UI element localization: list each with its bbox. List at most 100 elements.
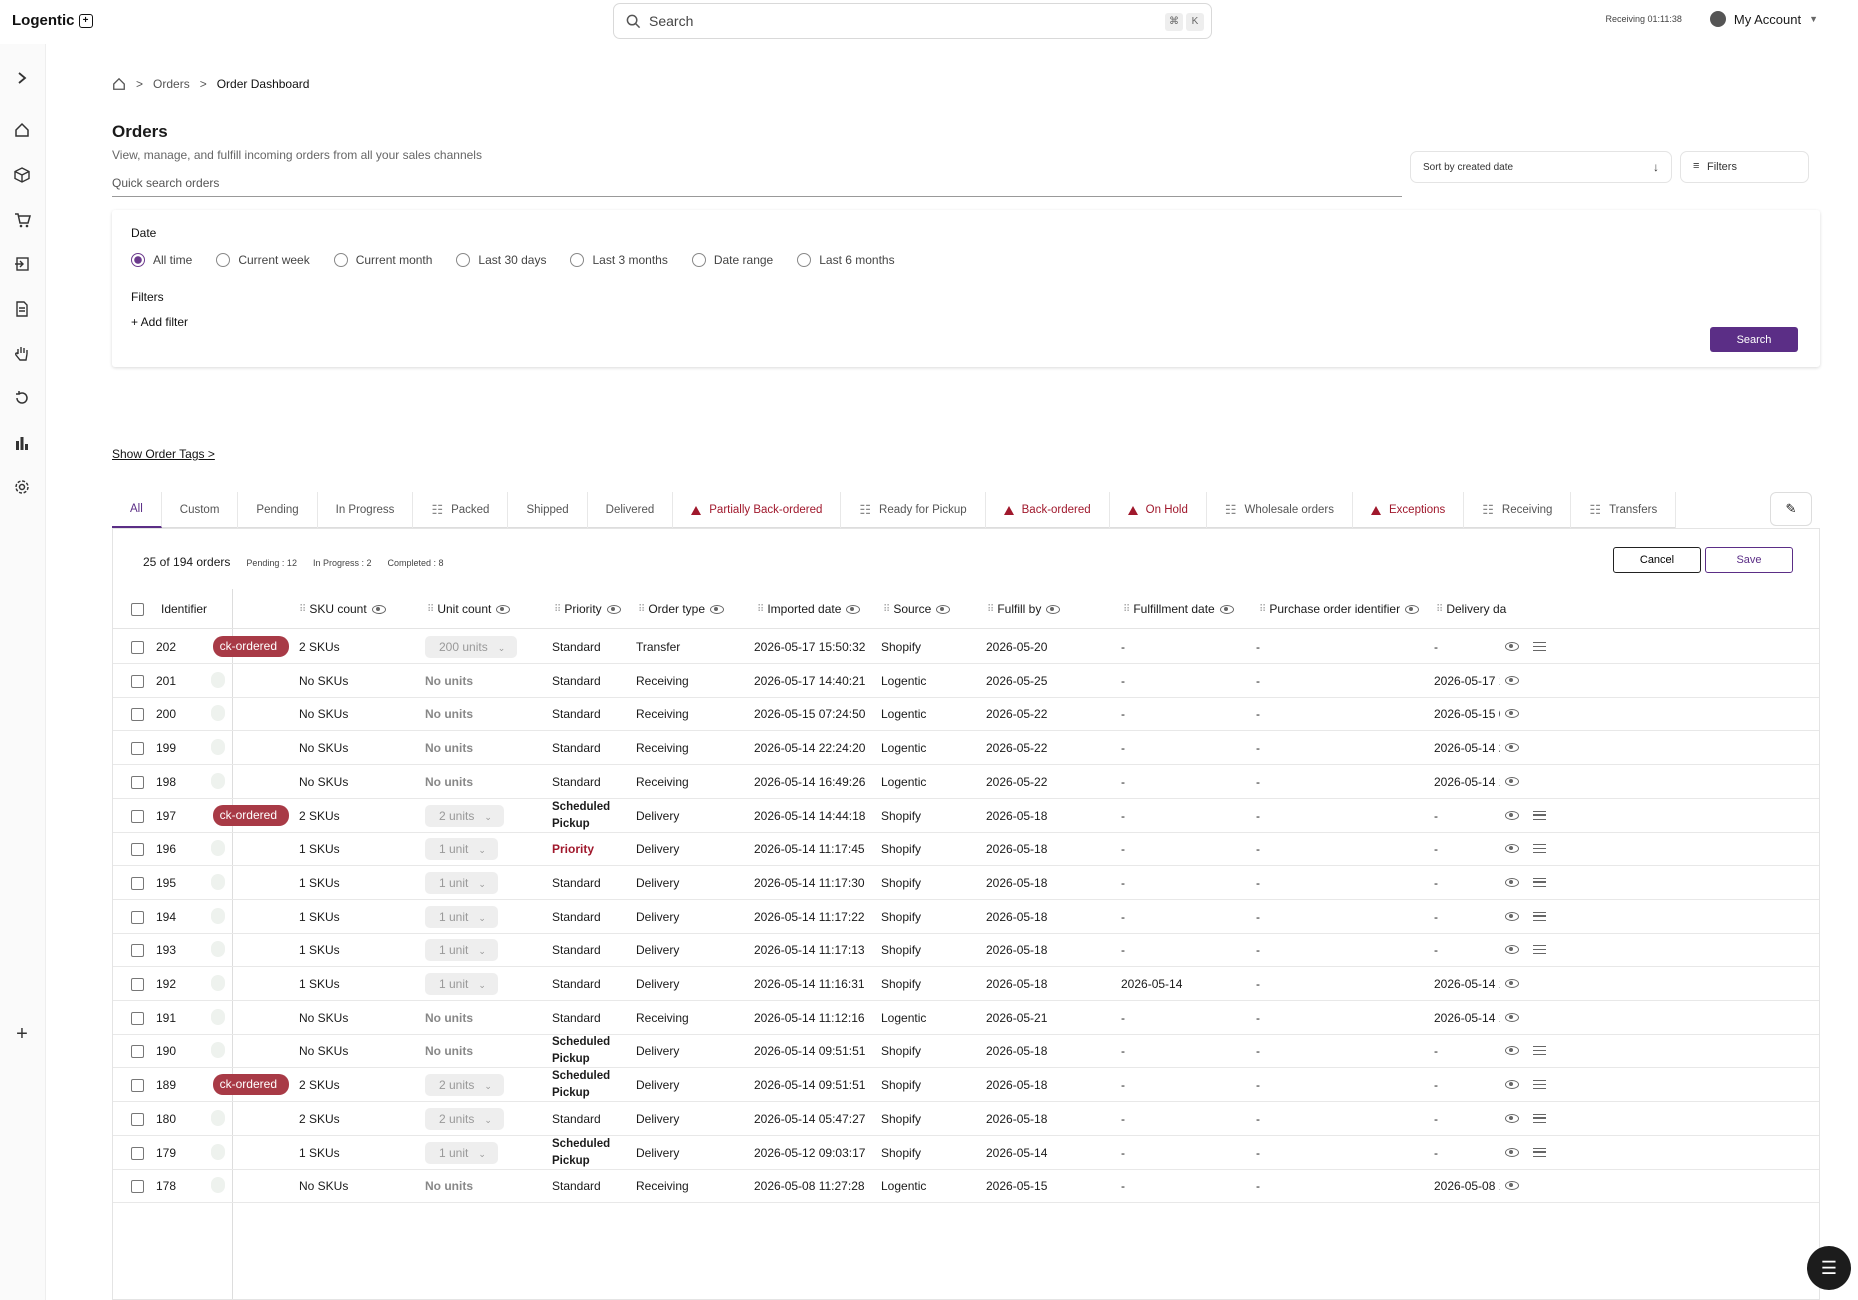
drag-handle-icon[interactable]: ⠿ bbox=[987, 604, 994, 615]
eye-icon[interactable] bbox=[1505, 945, 1519, 955]
eye-icon[interactable] bbox=[1505, 1046, 1519, 1056]
drag-handle-icon[interactable]: ⠿ bbox=[1436, 604, 1443, 615]
eye-icon[interactable] bbox=[1505, 810, 1519, 820]
date-option-last-3-months[interactable]: Last 3 months bbox=[570, 253, 668, 267]
row-checkbox[interactable] bbox=[131, 1112, 144, 1126]
drag-handle-icon[interactable]: ⠿ bbox=[757, 604, 764, 615]
drag-handle-icon[interactable]: ⠿ bbox=[1259, 604, 1266, 615]
column-header-delivery-da[interactable]: ⠿ Delivery da bbox=[1436, 602, 1506, 616]
save-button[interactable]: Save bbox=[1705, 547, 1793, 573]
eye-icon[interactable] bbox=[1505, 844, 1519, 854]
menu-icon[interactable] bbox=[1533, 642, 1546, 651]
eye-icon[interactable] bbox=[1505, 1012, 1519, 1022]
menu-icon[interactable] bbox=[1533, 1046, 1546, 1056]
eye-icon[interactable] bbox=[1505, 1080, 1519, 1090]
tab-exceptions[interactable]: Exceptions bbox=[1353, 492, 1465, 528]
tab-wholesale-orders[interactable]: ☷ Wholesale orders bbox=[1207, 492, 1353, 528]
eye-icon[interactable] bbox=[1505, 642, 1519, 651]
row-checkbox[interactable] bbox=[131, 1045, 144, 1059]
tab-back-ordered[interactable]: Back-ordered bbox=[986, 492, 1110, 528]
tab-transfers[interactable]: ☷ Transfers bbox=[1571, 492, 1677, 528]
receiving-timer[interactable]: Receiving 01:11:38 bbox=[1605, 14, 1681, 24]
menu-icon[interactable] bbox=[1533, 810, 1546, 820]
radio-circle[interactable] bbox=[456, 253, 471, 267]
drag-handle-icon[interactable]: ⠿ bbox=[638, 604, 645, 615]
tab-pending[interactable]: Pending bbox=[238, 492, 318, 528]
tab-all[interactable]: All bbox=[112, 492, 162, 528]
hand-icon[interactable] bbox=[12, 343, 32, 363]
menu-icon[interactable] bbox=[1533, 1113, 1546, 1123]
column-header-identifier[interactable]: Identifier bbox=[161, 602, 207, 616]
breadcrumb-orders[interactable]: Orders bbox=[153, 77, 190, 91]
tab-delivered[interactable]: Delivered bbox=[588, 492, 674, 528]
cart-icon[interactable] bbox=[12, 210, 32, 230]
unit-count-select[interactable]: 1 unit ⌄ bbox=[425, 905, 498, 928]
radio-circle[interactable] bbox=[570, 253, 585, 267]
show-order-tags-link[interactable]: Show Order Tags > bbox=[112, 447, 215, 461]
date-option-all-time[interactable]: All time bbox=[131, 253, 192, 267]
menu-icon[interactable] bbox=[1533, 911, 1546, 921]
row-checkbox[interactable] bbox=[131, 1180, 144, 1194]
analytics-icon[interactable] bbox=[12, 433, 32, 453]
row-checkbox[interactable] bbox=[131, 674, 144, 688]
table-row[interactable]: 197 ck-ordered 2 SKUs 2 units ⌄ Scheduled Pic… bbox=[113, 799, 1819, 833]
home-breadcrumb-icon[interactable] bbox=[112, 77, 126, 91]
date-option-last-30-days[interactable]: Last 30 days bbox=[456, 253, 546, 267]
tab-packed[interactable]: ☷ Packed bbox=[413, 492, 509, 528]
eye-icon[interactable] bbox=[1505, 911, 1519, 921]
date-option-last-6-months[interactable]: Last 6 months bbox=[797, 253, 895, 267]
tab-shipped[interactable]: Shipped bbox=[508, 492, 588, 528]
document-icon[interactable] bbox=[12, 299, 32, 319]
date-option-current-week[interactable]: Current week bbox=[216, 253, 310, 267]
tab-in-progress[interactable]: In Progress bbox=[318, 492, 414, 528]
radio-circle[interactable] bbox=[216, 253, 231, 267]
menu-icon[interactable] bbox=[1533, 844, 1546, 854]
table-row[interactable]: 202 ck-ordered 2 SKUs 200 units ⌄ Standard Tra… bbox=[113, 630, 1819, 664]
account-menu[interactable]: My Account bbox=[1734, 12, 1801, 27]
home-icon[interactable] bbox=[12, 120, 32, 140]
column-header-priority[interactable]: ⠿ Priority bbox=[554, 602, 621, 616]
column-header-order-type[interactable]: ⠿ Order type bbox=[638, 602, 725, 616]
drag-handle-icon[interactable]: ⠿ bbox=[299, 604, 306, 615]
radio-circle[interactable] bbox=[691, 253, 706, 267]
eye-icon[interactable] bbox=[1219, 604, 1234, 614]
tab-on-hold[interactable]: On Hold bbox=[1110, 492, 1207, 528]
eye-icon[interactable] bbox=[1505, 877, 1519, 887]
row-checkbox[interactable] bbox=[131, 876, 144, 890]
edit-tabs-button[interactable]: ✎ bbox=[1770, 492, 1812, 526]
radio-circle[interactable] bbox=[797, 253, 812, 267]
drag-handle-icon[interactable]: ⠿ bbox=[554, 604, 561, 615]
eye-icon[interactable] bbox=[606, 604, 621, 614]
drag-handle-icon[interactable]: ⠿ bbox=[883, 604, 890, 615]
expand-sidebar-icon[interactable] bbox=[12, 68, 32, 88]
table-row[interactable]: 201 No SKUs No units Standard Receiving 2026-… bbox=[113, 664, 1819, 698]
avatar[interactable] bbox=[1709, 11, 1726, 27]
gear-icon[interactable] bbox=[12, 477, 32, 497]
row-checkbox[interactable] bbox=[131, 944, 144, 958]
table-row[interactable]: 198 No SKUs No units Standard Receiving 2026-… bbox=[113, 765, 1819, 799]
eye-icon[interactable] bbox=[1505, 675, 1519, 685]
inbound-icon[interactable] bbox=[12, 254, 32, 274]
eye-icon[interactable] bbox=[1505, 979, 1519, 988]
quick-search-input[interactable]: Quick search orders bbox=[112, 164, 1402, 197]
eye-icon[interactable] bbox=[1505, 776, 1519, 786]
eye-icon[interactable] bbox=[846, 604, 861, 614]
date-option-current-month[interactable]: Current month bbox=[333, 253, 432, 267]
box-icon[interactable] bbox=[12, 165, 32, 185]
unit-count-select[interactable]: 1 unit ⌄ bbox=[425, 838, 498, 861]
drag-handle-icon[interactable]: ⠿ bbox=[427, 604, 434, 615]
search-button[interactable]: Search bbox=[1710, 327, 1798, 352]
chat-button[interactable]: ☰ bbox=[1807, 1246, 1851, 1290]
unit-count-select[interactable]: 2 units ⌄ bbox=[425, 804, 504, 827]
eye-icon[interactable] bbox=[936, 604, 951, 614]
row-checkbox[interactable] bbox=[131, 1011, 144, 1025]
filters-button[interactable]: ≡ Filters bbox=[1680, 151, 1809, 183]
tab-receiving[interactable]: ☷ Receiving bbox=[1464, 492, 1572, 528]
returns-icon[interactable] bbox=[12, 388, 32, 408]
row-checkbox[interactable] bbox=[131, 775, 144, 789]
plus-icon[interactable]: + bbox=[12, 1023, 32, 1045]
eye-icon[interactable] bbox=[1505, 709, 1519, 719]
radio-circle[interactable] bbox=[131, 253, 145, 267]
table-row[interactable]: 196 1 SKUs 1 unit ⌄ Priority Delivery 2026-05-… bbox=[113, 832, 1819, 867]
row-checkbox[interactable] bbox=[131, 708, 144, 722]
